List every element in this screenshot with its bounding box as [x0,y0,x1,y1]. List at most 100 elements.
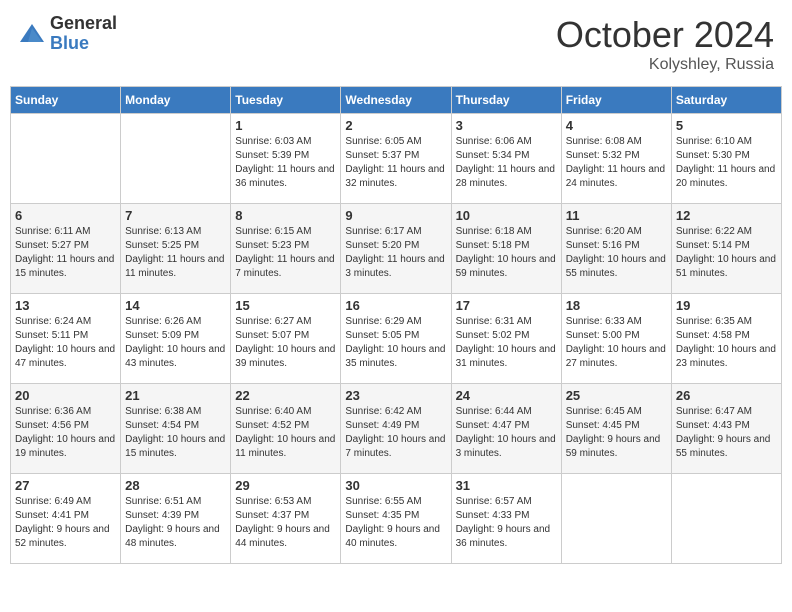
day-info: Sunrise: 6:31 AM Sunset: 5:02 PM Dayligh… [456,315,557,371]
day-info: Sunrise: 6:24 AM Sunset: 5:11 PM Dayligh… [15,315,116,371]
day-cell: 30 Sunrise: 6:55 AM Sunset: 4:35 PM Dayli… [341,474,451,564]
logo-text: General Blue [50,14,117,54]
day-number: 2 [345,118,446,133]
week-row-2: 6 Sunrise: 6:11 AM Sunset: 5:27 PM Daylig… [11,204,782,294]
day-cell: 17Sunrise: 6:31 AM Sunset: 5:02 PM Dayli… [451,294,561,384]
day-cell: 22 Sunrise: 6:40 AM Sunset: 4:52 PM Dayli… [231,384,341,474]
day-info: Sunrise: 6:18 AM Sunset: 5:18 PM Dayligh… [456,225,557,281]
day-cell: 7Sunrise: 6:13 AM Sunset: 5:25 PM Daylig… [121,204,231,294]
day-cell: 27Sunrise: 6:49 AM Sunset: 4:41 PM Dayli… [11,474,121,564]
day-number: 23 [345,388,446,403]
weekday-header-friday: Friday [561,87,671,114]
month-title: October 2024 [556,14,774,56]
day-number: 24 [456,388,557,403]
day-number: 27 [15,478,116,493]
day-number: 12 [676,208,777,223]
day-info: Sunrise: 6:03 AM Sunset: 5:39 PM Dayligh… [235,135,336,191]
day-cell: 15 Sunrise: 6:27 AM Sunset: 5:07 PM Dayli… [231,294,341,384]
day-cell: 3Sunrise: 6:06 AM Sunset: 5:34 PM Daylig… [451,114,561,204]
week-row-1: 1Sunrise: 6:03 AM Sunset: 5:39 PM Daylig… [11,114,782,204]
day-info: Sunrise: 6:13 AM Sunset: 5:25 PM Dayligh… [125,225,226,281]
day-number: 31 [456,478,557,493]
day-number: 21 [125,388,226,403]
day-cell [121,114,231,204]
day-info: Sunrise: 6:08 AM Sunset: 5:32 PM Dayligh… [566,135,667,191]
day-info: Sunrise: 6:05 AM Sunset: 5:37 PM Dayligh… [345,135,446,191]
day-cell [11,114,121,204]
logo: General Blue [18,14,117,54]
day-cell: 8Sunrise: 6:15 AM Sunset: 5:23 PM Daylig… [231,204,341,294]
weekday-header-wednesday: Wednesday [341,87,451,114]
weekday-header-row: SundayMondayTuesdayWednesdayThursdayFrid… [11,87,782,114]
weekday-header-sunday: Sunday [11,87,121,114]
day-info: Sunrise: 6:53 AM Sunset: 4:37 PM Dayligh… [235,495,336,551]
day-number: 19 [676,298,777,313]
day-cell: 2 Sunrise: 6:05 AM Sunset: 5:37 PM Daylig… [341,114,451,204]
day-info: Sunrise: 6:44 AM Sunset: 4:47 PM Dayligh… [456,405,557,461]
day-number: 13 [15,298,116,313]
day-info: Sunrise: 6:27 AM Sunset: 5:07 PM Dayligh… [235,315,336,371]
day-number: 14 [125,298,226,313]
day-info: Sunrise: 6:38 AM Sunset: 4:54 PM Dayligh… [125,405,226,461]
title-section: October 2024 Kolyshley, Russia [556,14,774,74]
day-number: 15 [235,298,336,313]
day-cell: 20 Sunrise: 6:36 AM Sunset: 4:56 PM Dayli… [11,384,121,474]
day-number: 9 [345,208,446,223]
weekday-header-monday: Monday [121,87,231,114]
day-info: Sunrise: 6:55 AM Sunset: 4:35 PM Dayligh… [345,495,446,551]
day-cell [561,474,671,564]
day-cell: 31 Sunrise: 6:57 AM Sunset: 4:33 PM Dayli… [451,474,561,564]
day-info: Sunrise: 6:17 AM Sunset: 5:20 PM Dayligh… [345,225,446,281]
day-info: Sunrise: 6:47 AM Sunset: 4:43 PM Dayligh… [676,405,777,461]
day-number: 18 [566,298,667,313]
week-row-3: 13 Sunrise: 6:24 AM Sunset: 5:11 PM Dayli… [11,294,782,384]
day-number: 5 [676,118,777,133]
calendar-table: SundayMondayTuesdayWednesdayThursdayFrid… [10,86,782,564]
day-info: Sunrise: 6:57 AM Sunset: 4:33 PM Dayligh… [456,495,557,551]
day-cell [671,474,781,564]
weekday-header-saturday: Saturday [671,87,781,114]
day-number: 20 [15,388,116,403]
day-cell: 11Sunrise: 6:20 AM Sunset: 5:16 PM Dayli… [561,204,671,294]
week-row-4: 20 Sunrise: 6:36 AM Sunset: 4:56 PM Dayli… [11,384,782,474]
day-cell: 19Sunrise: 6:35 AM Sunset: 4:58 PM Dayli… [671,294,781,384]
day-info: Sunrise: 6:40 AM Sunset: 4:52 PM Dayligh… [235,405,336,461]
day-number: 26 [676,388,777,403]
day-info: Sunrise: 6:33 AM Sunset: 5:00 PM Dayligh… [566,315,667,371]
day-cell: 18 Sunrise: 6:33 AM Sunset: 5:00 PM Dayli… [561,294,671,384]
day-number: 4 [566,118,667,133]
day-cell: 12 Sunrise: 6:22 AM Sunset: 5:14 PM Dayli… [671,204,781,294]
day-cell: 10Sunrise: 6:18 AM Sunset: 5:18 PM Dayli… [451,204,561,294]
day-number: 22 [235,388,336,403]
day-number: 25 [566,388,667,403]
day-info: Sunrise: 6:10 AM Sunset: 5:30 PM Dayligh… [676,135,777,191]
day-cell: 26 Sunrise: 6:47 AM Sunset: 4:43 PM Dayli… [671,384,781,474]
location-title: Kolyshley, Russia [556,56,774,74]
day-cell: 4 Sunrise: 6:08 AM Sunset: 5:32 PM Daylig… [561,114,671,204]
day-info: Sunrise: 6:22 AM Sunset: 5:14 PM Dayligh… [676,225,777,281]
day-info: Sunrise: 6:26 AM Sunset: 5:09 PM Dayligh… [125,315,226,371]
day-info: Sunrise: 6:20 AM Sunset: 5:16 PM Dayligh… [566,225,667,281]
day-cell: 14 Sunrise: 6:26 AM Sunset: 5:09 PM Dayli… [121,294,231,384]
day-cell: 25Sunrise: 6:45 AM Sunset: 4:45 PM Dayli… [561,384,671,474]
day-cell: 16 Sunrise: 6:29 AM Sunset: 5:05 PM Dayli… [341,294,451,384]
day-number: 8 [235,208,336,223]
weekday-header-tuesday: Tuesday [231,87,341,114]
day-info: Sunrise: 6:11 AM Sunset: 5:27 PM Dayligh… [15,225,116,281]
header: General Blue October 2024 Kolyshley, Rus… [10,10,782,78]
day-info: Sunrise: 6:36 AM Sunset: 4:56 PM Dayligh… [15,405,116,461]
day-info: Sunrise: 6:51 AM Sunset: 4:39 PM Dayligh… [125,495,226,551]
day-cell: 1Sunrise: 6:03 AM Sunset: 5:39 PM Daylig… [231,114,341,204]
day-info: Sunrise: 6:29 AM Sunset: 5:05 PM Dayligh… [345,315,446,371]
day-number: 29 [235,478,336,493]
day-cell: 6 Sunrise: 6:11 AM Sunset: 5:27 PM Daylig… [11,204,121,294]
day-number: 30 [345,478,446,493]
day-cell: 21 Sunrise: 6:38 AM Sunset: 4:54 PM Dayli… [121,384,231,474]
logo-blue-text: Blue [50,34,117,54]
day-info: Sunrise: 6:06 AM Sunset: 5:34 PM Dayligh… [456,135,557,191]
day-cell: 9 Sunrise: 6:17 AM Sunset: 5:20 PM Daylig… [341,204,451,294]
day-number: 16 [345,298,446,313]
day-number: 28 [125,478,226,493]
weekday-header-thursday: Thursday [451,87,561,114]
day-number: 6 [15,208,116,223]
